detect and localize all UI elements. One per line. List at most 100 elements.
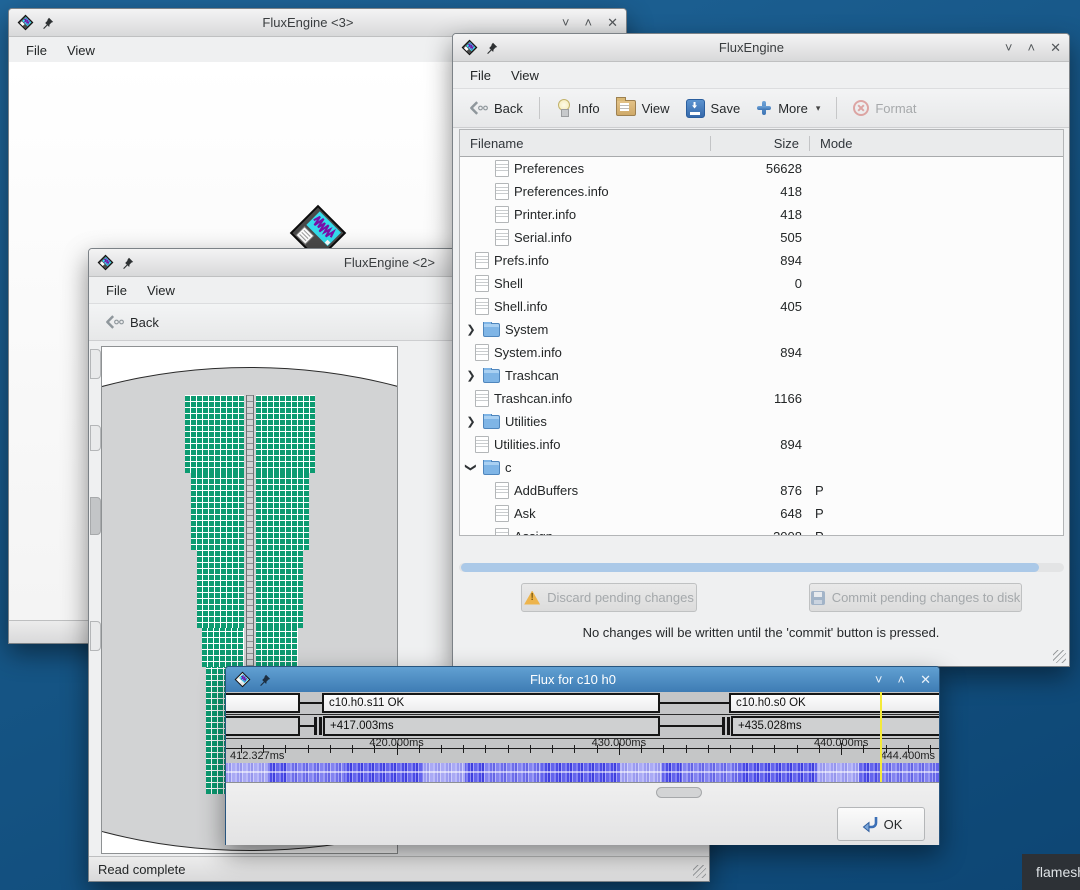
commit-note: No changes will be written until the 'co… — [453, 625, 1069, 640]
file-size: 418 — [711, 184, 810, 199]
minimize-icon[interactable]: ˅ — [562, 16, 570, 29]
pin-icon[interactable] — [42, 17, 54, 29]
filename: Utilities — [505, 414, 547, 429]
table-row[interactable]: System.info894 — [460, 341, 1063, 364]
close-icon[interactable]: ✕ — [607, 16, 618, 29]
resize-grip[interactable] — [693, 865, 706, 878]
expander-icon[interactable]: ❯ — [465, 461, 478, 475]
table-row[interactable]: Ask648P — [460, 502, 1063, 525]
connector-line — [660, 725, 722, 727]
file-icon — [495, 505, 509, 522]
table-row[interactable]: Prefs.info894 — [460, 249, 1063, 272]
sector-block-left — [185, 395, 244, 473]
table-row[interactable]: Printer.info418 — [460, 203, 1063, 226]
format-button[interactable]: Format — [846, 96, 923, 120]
minimize-icon[interactable]: ˅ — [875, 673, 883, 686]
save-label: Save — [711, 101, 741, 116]
pin-icon[interactable] — [259, 674, 271, 686]
menu-file[interactable]: File — [97, 280, 136, 301]
table-row[interactable]: Shell.info405 — [460, 295, 1063, 318]
commit-label: Commit pending changes to disk — [832, 590, 1021, 605]
timing-box[interactable] — [226, 716, 300, 736]
expander-icon[interactable]: ❯ — [464, 415, 478, 428]
expander-icon[interactable]: ❯ — [464, 323, 478, 336]
table-row[interactable]: Trashcan.info1166 — [460, 387, 1063, 410]
back-button[interactable]: Back — [97, 309, 166, 335]
table-row[interactable]: Shell0 — [460, 272, 1063, 295]
save-button[interactable]: Save — [679, 95, 748, 122]
window-fluxengine-main: FluxEngine ˅ ˄ ✕ File View Back Info Vie… — [452, 33, 1070, 667]
clipped-scroll-thumb[interactable] — [90, 497, 101, 535]
sector-box[interactable]: c10.h0.s11 OK — [322, 693, 660, 713]
flux-plot[interactable]: c10.h0.s11 OK c10.h0.s0 OK +417.003ms +4… — [226, 692, 939, 782]
cursor-line[interactable] — [880, 692, 882, 782]
timing-box[interactable]: +417.003ms — [323, 716, 660, 736]
maximize-icon[interactable]: ˄ — [1028, 41, 1036, 54]
filename: c — [505, 460, 512, 475]
maximize-icon[interactable]: ˄ — [585, 16, 593, 29]
menu-view[interactable]: View — [502, 65, 548, 86]
drag-handle[interactable] — [656, 787, 702, 798]
horizontal-scrollbar[interactable] — [459, 563, 1064, 572]
column-header-mode[interactable]: Mode — [810, 136, 1063, 151]
table-row[interactable]: ❯ Utilities — [460, 410, 1063, 433]
menu-file[interactable]: File — [17, 40, 56, 61]
folder-icon — [483, 323, 500, 337]
info-button[interactable]: Info — [549, 95, 607, 121]
table-row[interactable]: Preferences.info418 — [460, 180, 1063, 203]
menu-view[interactable]: View — [138, 280, 184, 301]
view-button[interactable]: View — [609, 96, 677, 120]
commit-changes-button[interactable]: Commit pending changes to disk — [809, 583, 1022, 612]
column-header-size[interactable]: Size — [711, 136, 810, 151]
minimize-icon[interactable]: ˅ — [1005, 41, 1013, 54]
timing-label: +417.003ms — [330, 720, 394, 732]
column-header-filename[interactable]: Filename — [460, 136, 711, 151]
sector-box[interactable] — [226, 693, 300, 713]
clipped-button[interactable] — [90, 425, 101, 451]
resize-grip[interactable] — [1053, 650, 1066, 663]
toolbar-separator — [836, 97, 837, 119]
flux-density-band[interactable] — [226, 763, 939, 782]
file-icon — [495, 206, 509, 223]
table-row[interactable]: ❯System — [460, 318, 1063, 341]
table-row[interactable]: AddBuffers876P — [460, 479, 1063, 502]
pin-icon[interactable] — [486, 42, 498, 54]
axis-tick — [552, 745, 553, 753]
sector-box[interactable]: c10.h0.s0 OK — [729, 693, 939, 713]
statusbar: Read complete — [89, 856, 709, 881]
timing-box[interactable]: +435.028ms — [731, 716, 939, 736]
expander-icon[interactable]: ❯ — [464, 369, 478, 382]
menu-view[interactable]: View — [58, 40, 104, 61]
back-label: Back — [494, 101, 523, 116]
file-table[interactable]: Filename Size Mode Preferences56628Prefe… — [459, 129, 1064, 536]
more-button[interactable]: More ▾ — [749, 96, 827, 120]
axis-tick — [708, 745, 709, 753]
table-row[interactable]: Serial.info505 — [460, 226, 1063, 249]
table-row[interactable]: Utilities.info894 — [460, 433, 1063, 456]
ok-button[interactable]: OK — [837, 807, 925, 841]
back-button[interactable]: Back — [461, 95, 530, 121]
table-row[interactable]: ❯c — [460, 456, 1063, 479]
maximize-icon[interactable]: ˄ — [898, 673, 906, 686]
titlebar[interactable]: FluxEngine ˅ ˄ ✕ — [453, 34, 1069, 62]
titlebar[interactable]: Flux for c10 h0 ˅ ˄ ✕ — [226, 667, 939, 693]
table-row[interactable]: ❯Trashcan — [460, 364, 1063, 387]
filename: System.info — [494, 345, 562, 360]
axis-start-label: 412.327ms — [230, 750, 284, 762]
filename: Preferences — [514, 161, 584, 176]
table-row[interactable]: Assign3008P — [460, 525, 1063, 536]
clipped-button[interactable] — [90, 621, 101, 651]
discard-changes-button[interactable]: Discard pending changes — [521, 583, 697, 612]
pin-icon[interactable] — [122, 257, 134, 269]
taskbar-item-flameshot[interactable]: flamesh — [1022, 854, 1080, 890]
close-icon[interactable]: ✕ — [1050, 41, 1061, 54]
scrollbar-thumb[interactable] — [461, 563, 1039, 572]
menu-file[interactable]: File — [461, 65, 500, 86]
axis-tick — [752, 745, 753, 753]
axis-tick-label: 420.000ms — [369, 737, 423, 749]
flux-bottom-panel: OK — [226, 782, 939, 845]
close-icon[interactable]: ✕ — [920, 673, 931, 686]
table-row[interactable]: Preferences56628 — [460, 157, 1063, 180]
clipped-button[interactable] — [90, 349, 101, 379]
axis-tick — [686, 745, 687, 753]
